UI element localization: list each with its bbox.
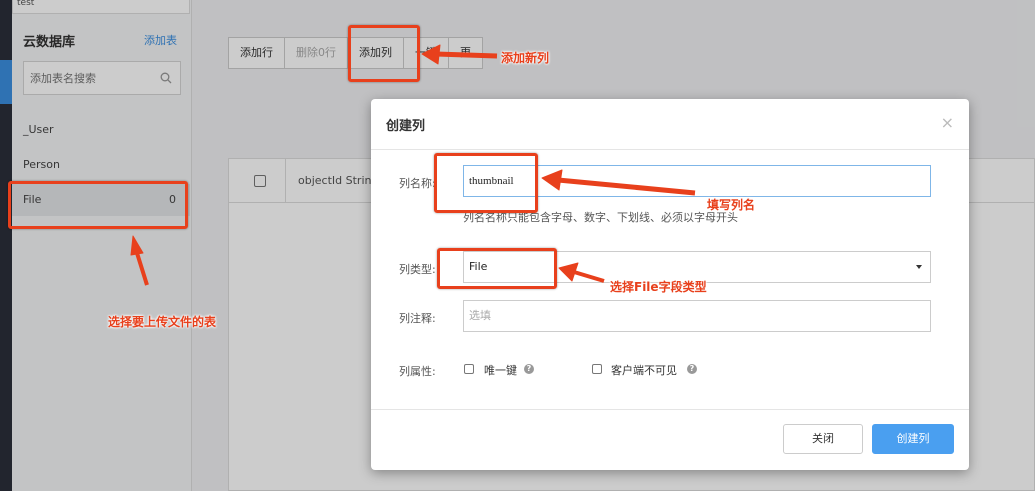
dialog-title: 创建列 bbox=[386, 119, 426, 134]
annotation-column-type: 选择File字段类型 bbox=[610, 280, 707, 294]
close-button[interactable]: 关闭 bbox=[783, 424, 863, 454]
column-type-label: 列类型: bbox=[399, 263, 436, 276]
highlight-file-table bbox=[8, 181, 188, 229]
chevron-down-icon bbox=[916, 265, 922, 269]
column-attr-label: 列属性: bbox=[399, 365, 436, 378]
client-invisible-checkbox[interactable] bbox=[592, 364, 602, 374]
dialog-header-divider bbox=[371, 149, 969, 150]
column-comment-label: 列注释: bbox=[399, 312, 436, 325]
highlight-column-name bbox=[434, 153, 538, 213]
highlight-add-column bbox=[348, 25, 420, 82]
help-icon[interactable]: ? bbox=[524, 364, 534, 374]
annotation-table: 选择要上传文件的表 bbox=[108, 315, 217, 329]
annotation-add-column: 添加新列 bbox=[501, 51, 550, 65]
unique-key-checkbox[interactable] bbox=[464, 364, 474, 374]
close-icon[interactable]: × bbox=[941, 113, 954, 132]
column-comment-field bbox=[463, 300, 931, 332]
create-column-button[interactable]: 创建列 bbox=[872, 424, 954, 454]
annotation-column-name: 填写列名 bbox=[707, 198, 756, 212]
column-name-label: 列名称: bbox=[399, 177, 436, 190]
unique-key-label: 唯一键 bbox=[484, 364, 517, 377]
client-invisible-label: 客户端不可见 bbox=[611, 364, 677, 377]
highlight-column-type bbox=[437, 248, 557, 289]
help-icon[interactable]: ? bbox=[687, 364, 697, 374]
dialog-footer-divider bbox=[371, 409, 969, 410]
column-comment-input[interactable] bbox=[464, 301, 930, 331]
